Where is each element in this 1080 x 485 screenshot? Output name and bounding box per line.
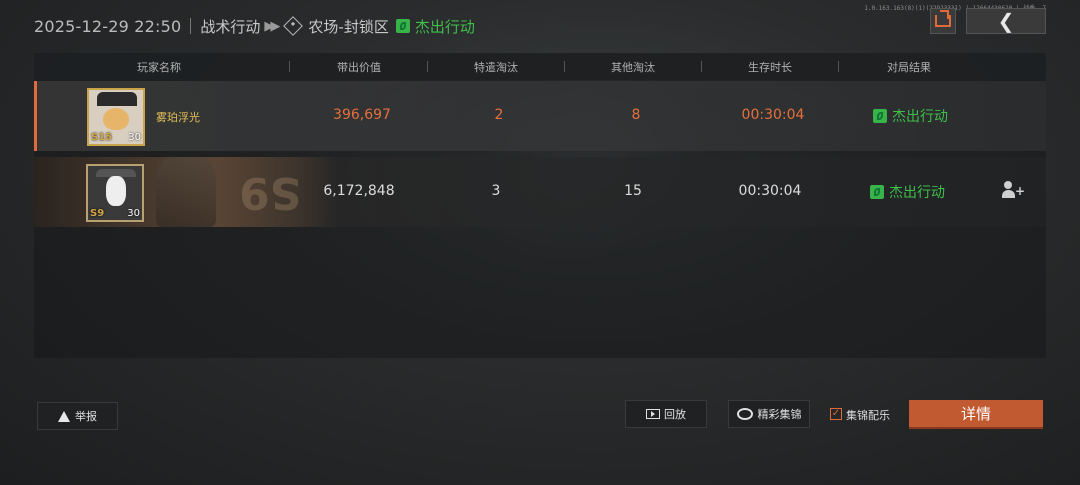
match-datetime: 2025-12-29 22:50 (34, 16, 182, 36)
success-leaf-icon (395, 19, 410, 33)
replay-label: 回放 (664, 408, 686, 421)
match-map: 农场-封锁区 (308, 17, 389, 36)
player-avatar[interactable]: S15 30 (87, 88, 145, 146)
player-name: 雾珀浮光 (156, 111, 200, 124)
column-divider (838, 61, 839, 72)
table-row[interactable]: S9 S9 30 6,172,848 3 15 00:30:04 杰出行动 + (34, 157, 1046, 227)
details-button[interactable]: 详情 (909, 400, 1043, 429)
player-avatar[interactable]: S9 30 (86, 164, 144, 222)
cell-value: 396,697 (333, 107, 391, 123)
player-level: 30 (127, 208, 140, 219)
cell-value: 6,172,848 (323, 183, 395, 199)
add-friend-icon (1004, 181, 1012, 189)
warning-icon (58, 410, 70, 422)
add-friend-button[interactable]: + (1002, 181, 1026, 199)
back-arrow-icon: ❮ (997, 9, 1015, 33)
match-result-header: 杰出行动 (395, 16, 475, 37)
cell-result: 杰出行动 (873, 106, 948, 126)
add-friend-icon-plus: + (1015, 184, 1026, 198)
column-divider (427, 61, 428, 72)
column-header-survival: 生存时长 (748, 61, 792, 74)
report-button[interactable]: 举报 (37, 402, 118, 430)
season-tag: S15 (91, 132, 113, 143)
table-row[interactable]: S15 30 雾珀浮光 396,697 2 8 00:30:04 杰出行动 (34, 81, 1046, 151)
cell-survival-time: 00:30:04 (741, 107, 805, 123)
highlight-music-label[interactable]: 集锦配乐 (846, 407, 890, 423)
cell-other-kills: 15 (624, 183, 642, 199)
column-divider (289, 61, 290, 72)
details-label: 详情 (960, 405, 991, 423)
column-header-result: 对局结果 (887, 61, 931, 74)
scoreboard-table: 玩家名称 带出价值 特遣淘汰 其他淘汰 生存时长 对局结果 S15 30 雾珀浮… (34, 53, 1046, 358)
film-reel-icon (736, 408, 753, 420)
banner-season-text: S9 (239, 167, 302, 218)
add-friend-icon-body (1002, 190, 1015, 198)
result-label: 杰出行动 (889, 185, 945, 201)
success-leaf-icon (873, 109, 887, 123)
cell-result: 杰出行动 (870, 182, 945, 202)
cell-special-kills: 3 (491, 183, 501, 199)
double-chevron-icon: ▶▶ (264, 18, 280, 34)
map-diamond-icon (283, 16, 304, 36)
match-mode: 战术行动 (200, 17, 261, 36)
cell-survival-time: 00:30:04 (738, 183, 802, 199)
header-divider (190, 18, 192, 34)
table-header: 玩家名称 带出价值 特遣淘汰 其他淘汰 生存时长 对局结果 (34, 53, 1046, 80)
back-button[interactable]: ❮ (966, 8, 1046, 34)
match-header: 2025-12-29 22:50 战术行动 ▶▶ 农场-封锁区 杰出行动 (34, 12, 475, 40)
player-banner-art (156, 157, 216, 227)
cell-other-kills: 8 (631, 107, 641, 123)
player-level: 30 (128, 132, 141, 143)
share-icon (935, 15, 951, 27)
replay-icon (646, 409, 660, 419)
avatar-face (103, 108, 129, 130)
column-divider (701, 61, 702, 72)
replay-button[interactable]: 回放 (625, 400, 707, 428)
column-header-value: 带出价值 (337, 61, 381, 74)
season-tag: S9 (90, 208, 105, 219)
avatar-hat (97, 92, 137, 106)
avatar-face (106, 176, 126, 206)
report-label: 举报 (75, 410, 97, 423)
column-header-special-kills: 特遣淘汰 (474, 61, 518, 74)
highlight-music-checkbox[interactable]: ✓ (830, 408, 842, 420)
success-leaf-icon (870, 185, 884, 199)
highlights-button[interactable]: 精彩集锦 (728, 400, 810, 428)
cell-special-kills: 2 (494, 107, 504, 123)
column-header-other-kills: 其他淘汰 (611, 61, 655, 74)
share-button[interactable] (930, 8, 956, 34)
column-header-player: 玩家名称 (137, 61, 181, 74)
highlights-label: 精彩集锦 (757, 408, 802, 421)
column-divider (564, 61, 565, 72)
result-label: 杰出行动 (892, 109, 948, 125)
match-result-label: 杰出行动 (414, 17, 475, 36)
